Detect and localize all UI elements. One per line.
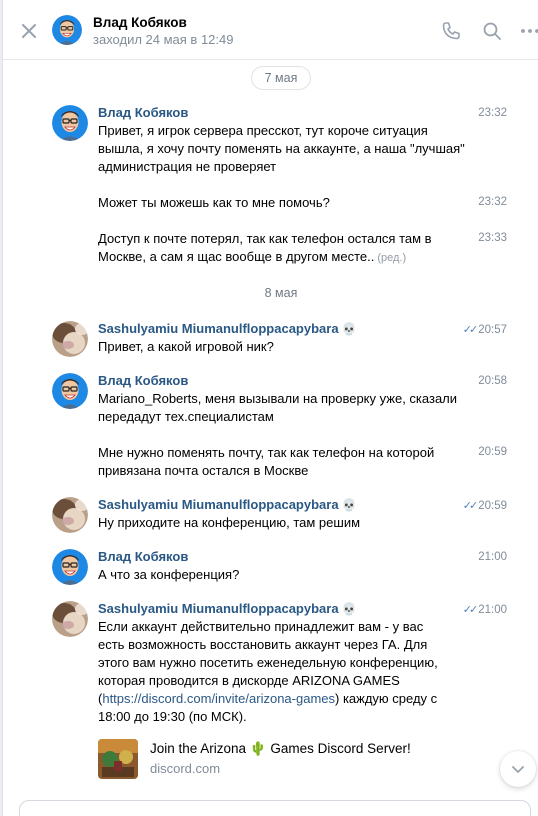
message-time: 20:58 — [478, 375, 507, 387]
contact-name[interactable]: Влад Кобяков — [93, 15, 187, 30]
message-time: ✓✓ 21:00 — [462, 604, 507, 616]
message-text: Может ты можешь как то мне помочь? — [98, 195, 330, 210]
avatar[interactable] — [52, 321, 88, 357]
message-author[interactable]: Sashulyamiu Miumanulfloppacapybara 💀 — [98, 601, 357, 616]
avatar[interactable] — [52, 549, 88, 585]
search-icon[interactable] — [481, 20, 503, 42]
cactus-emoji: 🌵 — [249, 741, 267, 756]
discord-invite-link[interactable]: https://discord.com/invite/arizona-games — [102, 691, 335, 706]
message-text: А что за конференция? — [98, 567, 240, 582]
avatar[interactable] — [52, 601, 88, 637]
edited-label: (ред.) — [377, 252, 407, 264]
avatar[interactable] — [52, 497, 88, 533]
read-checks-icon: ✓✓ — [462, 500, 479, 512]
message-text: Привет, я игрок сервера пресскот, тут ко… — [98, 123, 465, 174]
read-checks-icon: ✓✓ — [462, 324, 479, 336]
last-seen-status: заходил 24 мая в 12:49 — [93, 32, 234, 47]
close-icon[interactable] — [18, 20, 40, 42]
chevron-down-icon — [512, 766, 524, 773]
message-text: Привет, а какой игровой ник? — [98, 339, 274, 354]
avatar[interactable] — [52, 105, 88, 141]
message-text: Ну приходите на конференцию, там решим — [98, 515, 361, 530]
message-composer[interactable] — [19, 800, 531, 816]
message-time: 23:32 — [478, 107, 507, 119]
message-author[interactable]: Влад Кобяков — [98, 549, 188, 564]
message-text: Доступ к почте потерял, так как телефон … — [98, 231, 432, 264]
message-author[interactable]: Sashulyamiu Miumanulfloppacapybara 💀 — [98, 497, 357, 512]
link-preview-domain: discord.com — [150, 761, 221, 776]
message-text: Мне нужно поменять почту, так как телефо… — [98, 445, 435, 478]
phone-icon[interactable] — [440, 20, 462, 42]
message-text: Mariano_Roberts, меня вызывали на провер… — [98, 391, 458, 424]
scroll-down-button[interactable] — [500, 751, 536, 787]
chat-header: Влад Кобяков заходил 24 мая в 12:49 — [3, 0, 538, 60]
message-time: ✓✓ 20:57 — [462, 324, 507, 336]
message-time: 23:33 — [478, 232, 507, 244]
link-preview[interactable]: Join the Arizona 🌵 Games Discord Server!… — [98, 737, 478, 781]
message-time: ✓✓ 20:59 — [462, 500, 507, 512]
link-preview-title[interactable]: Join the Arizona 🌵 Games Discord Server! — [150, 741, 411, 757]
skull-emoji: 💀 — [341, 322, 357, 336]
skull-emoji: 💀 — [341, 602, 357, 616]
date-separator: 7 мая — [251, 66, 311, 90]
message-text: Если аккаунт действительно принадлежит в… — [98, 619, 438, 724]
message-author[interactable]: Влад Кобяков — [98, 373, 188, 388]
chat-panel: Влад Кобяков заходил 24 мая в 12:49 7 ма… — [2, 0, 538, 816]
avatar[interactable] — [52, 15, 82, 45]
message-time: 21:00 — [478, 551, 507, 563]
message-time: 20:59 — [478, 446, 507, 458]
date-separator: 8 мая — [264, 286, 298, 300]
message-author[interactable]: Влад Кобяков — [98, 105, 188, 120]
avatar[interactable] — [52, 373, 88, 409]
skull-emoji: 💀 — [341, 498, 357, 512]
message-author[interactable]: Sashulyamiu Miumanulfloppacapybara 💀 — [98, 321, 357, 336]
more-horizontal-icon[interactable] — [519, 20, 538, 42]
message-time: 23:32 — [478, 196, 507, 208]
link-preview-thumbnail[interactable] — [98, 739, 138, 779]
read-checks-icon: ✓✓ — [462, 604, 479, 616]
message-input[interactable] — [20, 801, 530, 816]
